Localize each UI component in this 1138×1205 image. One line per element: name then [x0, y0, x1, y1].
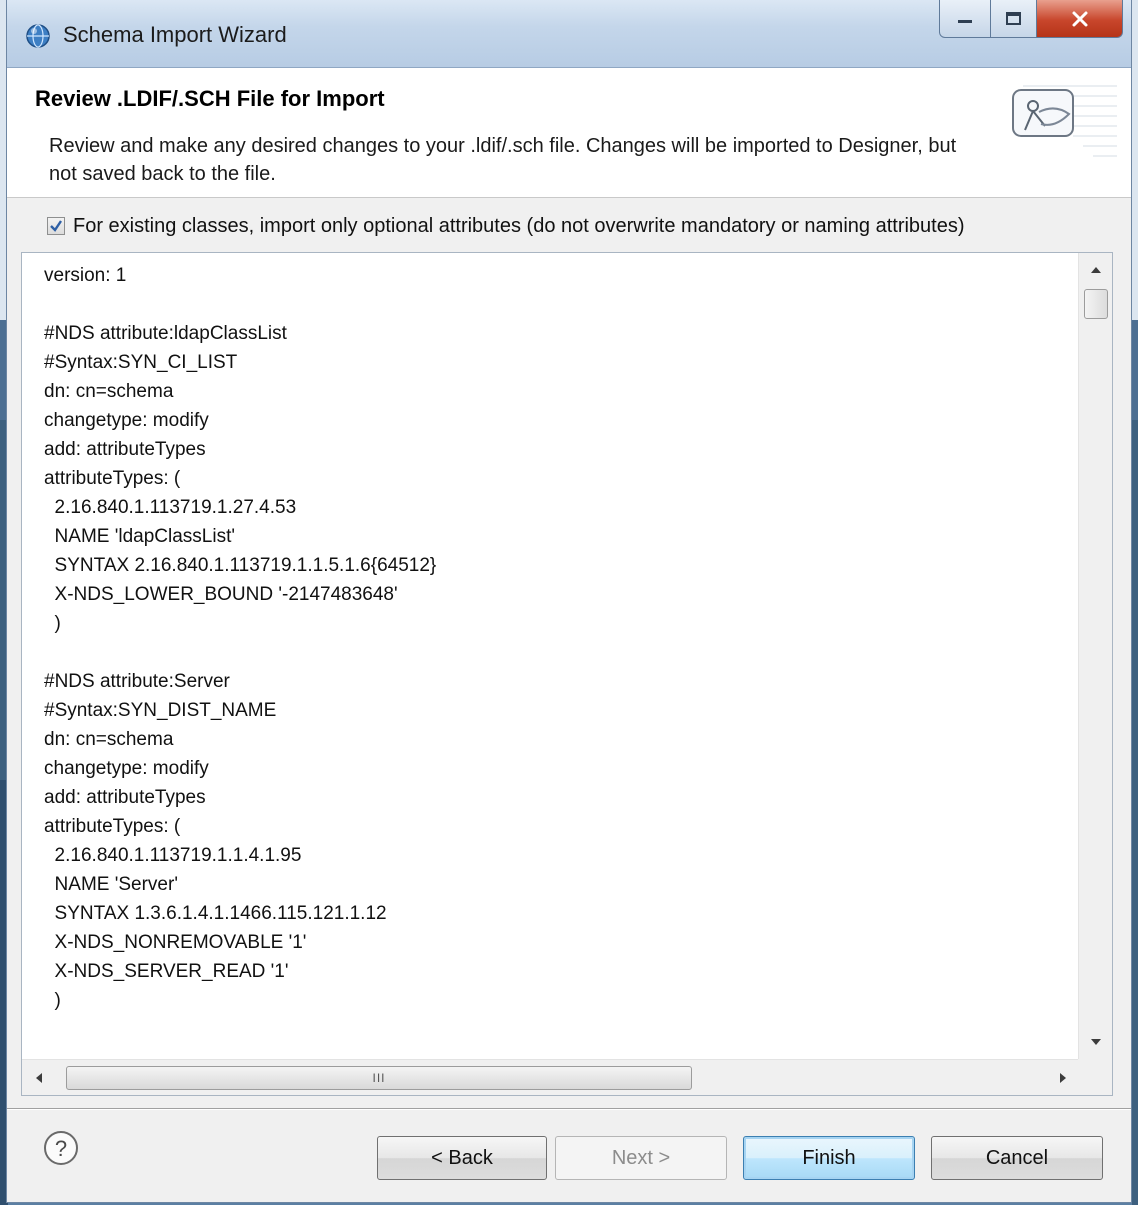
help-icon[interactable]: ? [43, 1130, 79, 1166]
back-button[interactable]: < Back [377, 1136, 547, 1180]
scroll-up-button[interactable] [1079, 253, 1113, 287]
maximize-icon [1005, 11, 1021, 25]
scrollbar-corner [1078, 1059, 1112, 1095]
arrow-down-icon [1091, 1039, 1101, 1045]
cancel-button[interactable]: Cancel [931, 1136, 1103, 1180]
caption-buttons [939, 0, 1123, 38]
wizard-window: Schema Import Wizard Review .LDIF/.SCH F… [6, 0, 1132, 1203]
arrow-left-icon [36, 1073, 42, 1083]
ldif-editor[interactable]: version: 1 #NDS attribute:ldapClassList … [21, 252, 1113, 1096]
arrow-right-icon [1060, 1073, 1066, 1083]
scroll-grip: III [372, 1071, 386, 1085]
optional-attributes-label[interactable]: For existing classes, import only option… [73, 215, 965, 238]
svg-text:?: ? [55, 1136, 67, 1161]
page-title: Review .LDIF/.SCH File for Import [35, 86, 385, 111]
minimize-icon [958, 19, 972, 23]
wizard-banner-icon [1012, 85, 1117, 157]
desktop-background-right [1132, 0, 1138, 1205]
page-description: Review and make any desired changes to y… [49, 135, 957, 185]
checkmark-icon [50, 220, 62, 232]
horizontal-scroll-thumb[interactable]: III [66, 1066, 692, 1090]
optional-attributes-option[interactable]: For existing classes, import only option… [47, 212, 965, 240]
app-globe-icon [26, 24, 50, 48]
arrow-up-icon [1091, 267, 1101, 273]
vertical-scrollbar[interactable] [1078, 253, 1112, 1059]
close-icon [1072, 11, 1087, 26]
next-button[interactable]: Next > [555, 1136, 727, 1180]
scroll-down-button[interactable] [1079, 1025, 1113, 1059]
vertical-scroll-thumb[interactable] [1084, 289, 1108, 319]
maximize-button[interactable] [991, 0, 1037, 38]
horizontal-scrollbar[interactable]: III [22, 1059, 1080, 1095]
wizard-header: Review .LDIF/.SCH File for Import Review… [7, 68, 1131, 198]
scroll-left-button[interactable] [22, 1060, 56, 1096]
minimize-button[interactable] [939, 0, 991, 38]
finish-button[interactable]: Finish [743, 1136, 915, 1180]
optional-attributes-checkbox[interactable] [47, 217, 65, 235]
window-title: Schema Import Wizard [63, 22, 287, 47]
scroll-right-button[interactable] [1046, 1060, 1080, 1096]
ldif-text[interactable]: version: 1 #NDS attribute:ldapClassList … [44, 261, 1054, 1041]
title-bar[interactable]: Schema Import Wizard [7, 0, 1131, 68]
close-button[interactable] [1037, 0, 1123, 38]
footer-separator [7, 1108, 1131, 1110]
